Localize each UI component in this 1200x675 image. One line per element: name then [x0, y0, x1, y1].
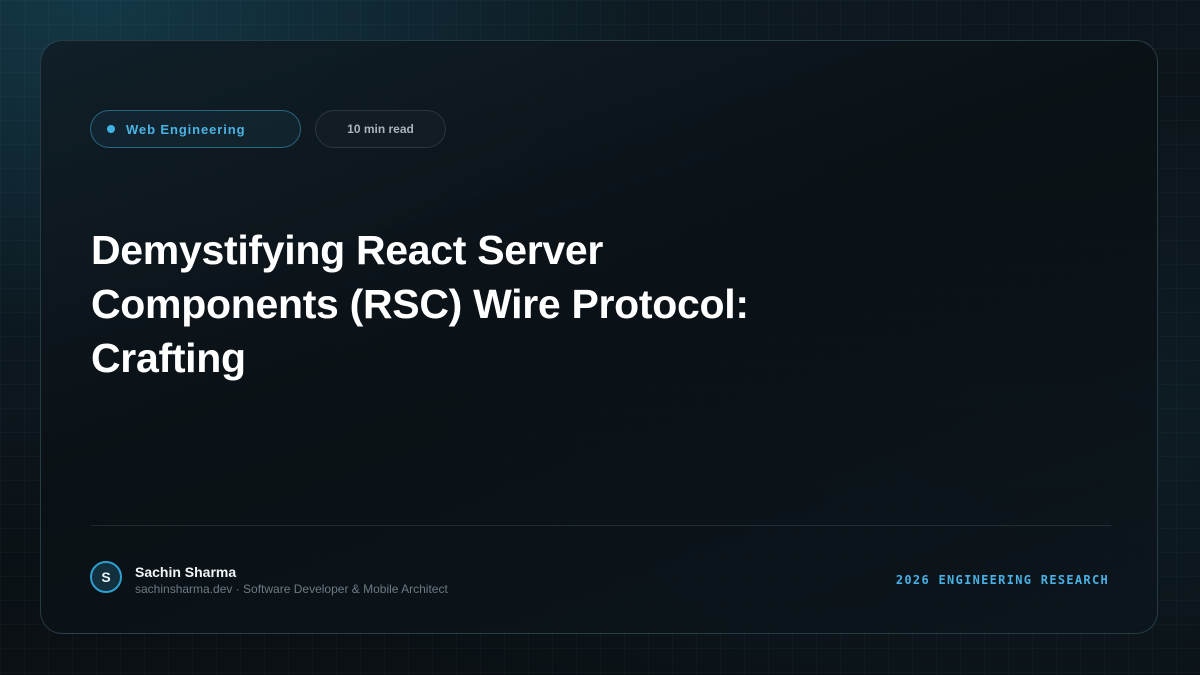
read-time-label: 10 min read: [347, 122, 414, 136]
footer-divider: [91, 525, 1111, 526]
category-dot-icon: [107, 125, 115, 133]
article-title: Demystifying React Server Components (RS…: [91, 227, 749, 381]
author-name: Sachin Sharma: [135, 564, 237, 580]
read-time-pill: 10 min read: [315, 110, 446, 148]
avatar-initial: S: [101, 569, 111, 585]
author-meta: sachinsharma.dev · Software Developer & …: [135, 582, 448, 596]
category-label: Web Engineering: [126, 121, 246, 137]
footer-tag: 2026 ENGINEERING RESEARCH: [895, 573, 1109, 587]
category-pill[interactable]: Web Engineering: [90, 110, 301, 148]
author-avatar: S: [90, 561, 122, 593]
article-card: Web Engineering 10 min read Demystifying…: [40, 40, 1158, 634]
